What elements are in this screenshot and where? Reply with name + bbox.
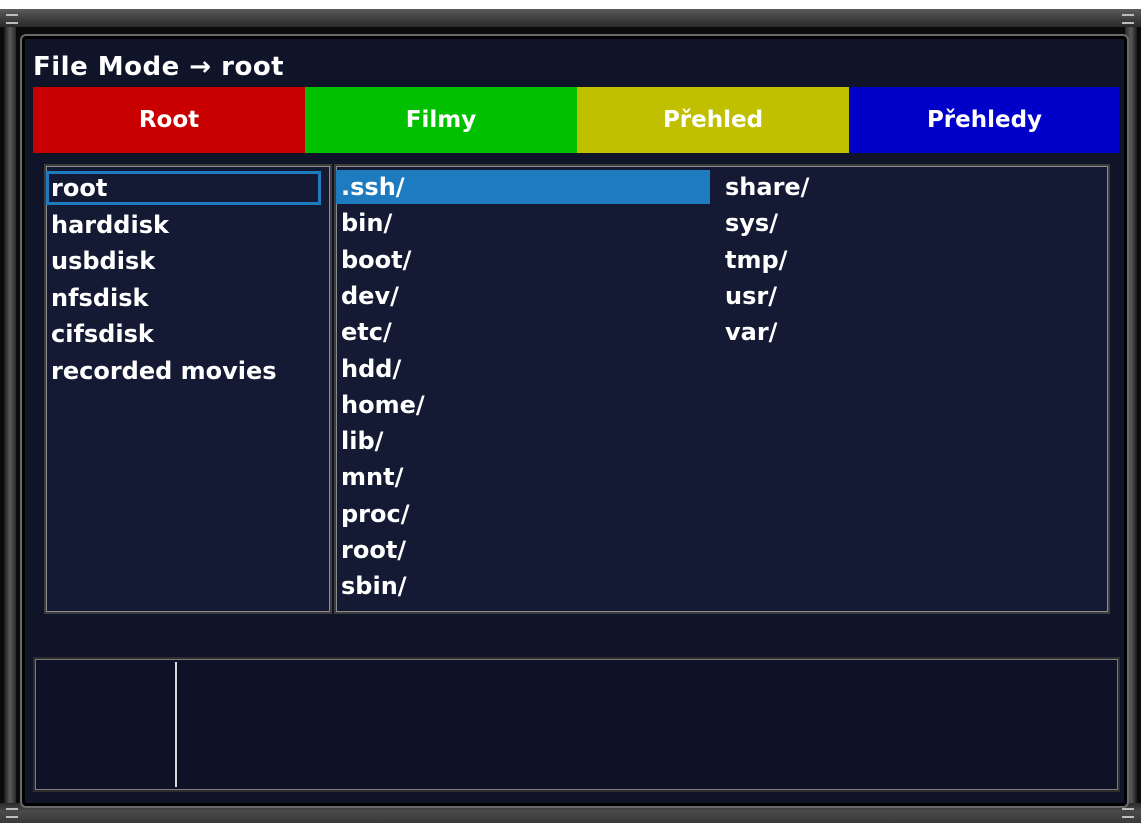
file-item[interactable]: hdd/ <box>336 352 710 386</box>
blue-button-prehledy[interactable]: Přehledy <box>849 87 1120 153</box>
file-item[interactable]: proc/ <box>336 497 710 531</box>
file-item[interactable]: tmp/ <box>720 243 1094 277</box>
file-item[interactable]: usr/ <box>720 279 1094 313</box>
location-item[interactable]: usbdisk <box>46 244 321 278</box>
file-item[interactable]: share/ <box>720 170 1094 204</box>
file-item[interactable]: mnt/ <box>336 460 710 494</box>
file-item[interactable]: sbin/ <box>336 569 710 603</box>
window-left-border <box>4 27 16 803</box>
file-list[interactable]: .ssh/bin/boot/dev/etc/hdd/home/lib/mnt/p… <box>334 164 1110 614</box>
location-item[interactable]: root <box>46 171 321 205</box>
color-button-bar: Root Filmy Přehled Přehledy <box>33 87 1120 153</box>
menu-grip-icon[interactable] <box>1122 808 1134 818</box>
window-top-bar[interactable] <box>0 9 1141 27</box>
menu-grip-icon[interactable] <box>6 808 18 818</box>
red-button-root[interactable]: Root <box>33 87 305 153</box>
file-item[interactable]: home/ <box>336 388 710 422</box>
location-item[interactable]: nfsdisk <box>46 281 321 315</box>
file-item[interactable]: sys/ <box>720 206 1094 240</box>
green-button-filmy[interactable]: Filmy <box>305 87 577 153</box>
location-list[interactable]: root harddisk usbdisk nfsdisk cifsdisk record… <box>44 164 332 614</box>
location-item[interactable]: cifsdisk <box>46 317 321 351</box>
yellow-button-prehled[interactable]: Přehled <box>577 87 849 153</box>
window-bottom-bar[interactable] <box>0 803 1141 823</box>
menu-grip-icon[interactable] <box>1122 14 1134 24</box>
file-item[interactable]: lib/ <box>336 424 710 458</box>
page-title: File Mode → root <box>33 52 285 82</box>
file-item[interactable]: dev/ <box>336 279 710 313</box>
file-item[interactable]: var/ <box>720 315 1094 349</box>
file-item[interactable]: .ssh/ <box>336 170 710 204</box>
file-item[interactable]: bin/ <box>336 206 710 240</box>
info-panel <box>33 657 1120 792</box>
location-item[interactable]: recorded movies <box>46 354 321 388</box>
location-item[interactable]: harddisk <box>46 208 321 242</box>
file-item[interactable]: boot/ <box>336 243 710 277</box>
info-divider <box>175 662 177 787</box>
file-item[interactable]: etc/ <box>336 315 710 349</box>
menu-grip-icon[interactable] <box>6 14 18 24</box>
file-item[interactable]: root/ <box>336 533 710 567</box>
